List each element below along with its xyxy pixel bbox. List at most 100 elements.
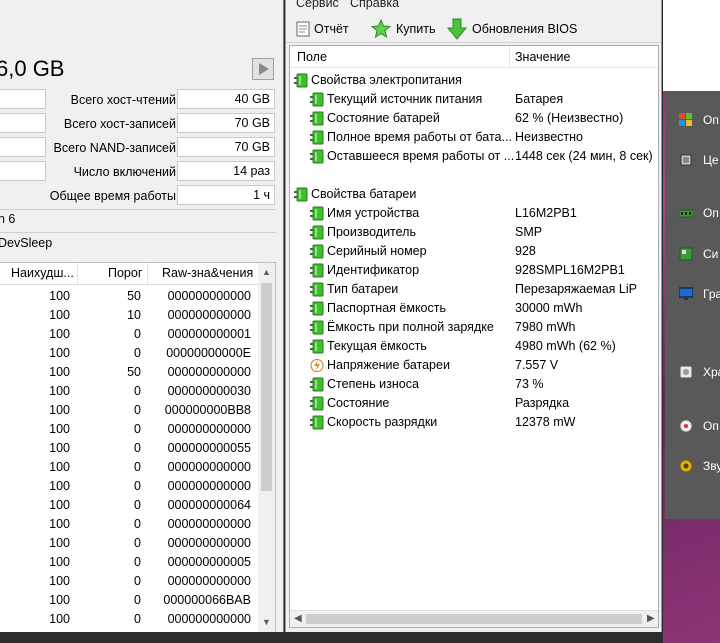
buy-label: Купить [396, 22, 436, 36]
property-value: SMP [515, 225, 543, 239]
property-row[interactable]: Оставшееся время работы от ... 1448 сек (… [290, 147, 658, 166]
threshold-cell: 50 [127, 365, 141, 379]
smart-table-row[interactable]: 100 10 000000000000 [0, 306, 259, 325]
smart-table-row[interactable]: 100 50 000000000000 [0, 287, 259, 306]
property-value: 1448 сек (24 мин, 8 сек) [515, 149, 653, 163]
property-name: Ёмкость при полной зарядке [327, 320, 494, 334]
category-item[interactable]: Гра [677, 285, 720, 305]
property-row[interactable]: Напряжение батареи 7.557 V [290, 356, 658, 375]
property-row[interactable]: Производитель SMP [290, 223, 658, 242]
scroll-up-arrow-icon[interactable]: ▲ [262, 267, 271, 277]
buy-button[interactable]: Купить [370, 18, 436, 40]
field-column-header[interactable]: Поле [297, 50, 327, 64]
threshold-cell: 0 [134, 403, 141, 417]
property-row[interactable]: Тип батареи Перезаряжаемая LiP [290, 280, 658, 299]
properties-table[interactable]: Поле Значение Свойства электропитания Тек… [289, 45, 659, 628]
monitor-icon [678, 287, 694, 301]
smart-table[interactable]: Наихудш... Порог Raw-зна&чения 100 50 0000… [0, 262, 276, 634]
category-item[interactable]: Хра [677, 363, 720, 383]
group-title: Свойства электропитания [311, 73, 462, 87]
play-button[interactable] [252, 58, 274, 80]
property-row[interactable]: Состояние батарей 62 % (Неизвестно) [290, 109, 658, 128]
property-row[interactable]: Идентификатор 928SMPL16M2PB1 [290, 261, 658, 280]
smart-table-row[interactable]: 100 0 000000000000 [0, 572, 259, 591]
property-value: 12378 mW [515, 415, 576, 429]
raw-cell: 000000000055 [167, 441, 251, 455]
report-button[interactable]: Отчёт [296, 18, 349, 40]
voltage-icon [310, 358, 324, 373]
category-item[interactable]: Оп [677, 111, 720, 131]
battery-icon [310, 377, 324, 392]
raw-cell: 000000000001 [167, 327, 251, 341]
property-row[interactable]: Имя устройства L16M2PB1 [290, 204, 658, 223]
property-row[interactable]: Полное время работы от бата... Неизвестно [290, 128, 658, 147]
category-label: Зву [703, 459, 720, 473]
smart-table-row[interactable]: 100 0 000000000001 [0, 325, 259, 344]
category-item[interactable]: Си [677, 245, 720, 265]
threshold-column-header[interactable]: Порог [108, 266, 142, 280]
smart-table-row[interactable]: 100 0 000000000000 [0, 515, 259, 534]
battery-icon [310, 282, 324, 297]
property-row[interactable]: Ёмкость при полной зарядке 7980 mWh [290, 318, 658, 337]
group-header-row[interactable]: Свойства батареи [290, 185, 658, 204]
smart-scrollbar[interactable]: ▲ ▼ [258, 263, 275, 633]
report-icon [296, 21, 310, 37]
smart-table-row[interactable]: 100 0 000000000064 [0, 496, 259, 515]
worst-cell: 100 [49, 536, 70, 550]
scroll-left-arrow-icon[interactable]: ◀ [294, 613, 302, 624]
menu-help[interactable]: Справка [350, 0, 399, 10]
category-item[interactable]: Оп [677, 204, 720, 224]
board-icon [679, 247, 693, 261]
group-header-row[interactable]: Свойства электропитания [290, 71, 658, 90]
scroll-right-arrow-icon[interactable]: ▶ [647, 613, 655, 624]
smart-table-row[interactable]: 100 0 000000000000 [0, 420, 259, 439]
smart-table-row[interactable]: 100 0 000000000000 [0, 610, 259, 629]
smart-table-row[interactable]: 100 0 000000000005 [0, 553, 259, 572]
property-row[interactable]: Паспортная ёмкость 30000 mWh [290, 299, 658, 318]
smart-table-row[interactable]: 100 0 000000000000 [0, 458, 259, 477]
smart-table-row[interactable]: 100 0 000000066BAB [0, 591, 259, 610]
property-name: Полное время работы от бата... [327, 130, 512, 144]
menu-service[interactable]: Сервис [296, 0, 339, 10]
battery-icon [310, 111, 324, 126]
value-column-header[interactable]: Значение [515, 50, 570, 64]
threshold-cell: 0 [134, 574, 141, 588]
horizontal-scroll-thumb[interactable] [306, 614, 642, 624]
stat-label: Всего хост-чтений [70, 93, 176, 107]
raw-column-header[interactable]: Raw-зна&чения [162, 266, 253, 280]
battery-icon [310, 130, 324, 145]
category-item[interactable]: Це [677, 151, 720, 171]
smart-table-row[interactable]: 100 0 00000000000E [0, 344, 259, 363]
category-item[interactable]: Оп [677, 417, 720, 437]
smart-table-row[interactable]: 100 50 000000000000 [0, 363, 259, 382]
scroll-down-arrow-icon[interactable]: ▼ [262, 617, 271, 627]
property-row[interactable]: Скорость разрядки 12378 mW [290, 413, 658, 432]
property-row[interactable]: Состояние Разрядка [290, 394, 658, 413]
horizontal-scrollbar[interactable]: ◀ ▶ [290, 610, 658, 627]
toolbar: Отчёт Купить Обновления BIOS [286, 12, 661, 43]
speaker-icon [679, 459, 693, 473]
category-label: Це [703, 153, 719, 167]
stat-label: Число включений [73, 165, 176, 179]
category-item[interactable]: Зву [677, 457, 720, 477]
scroll-thumb[interactable] [261, 283, 272, 491]
worst-column-header[interactable]: Наихудш... [11, 266, 74, 280]
smart-table-row[interactable]: 100 0 000000000055 [0, 439, 259, 458]
property-row[interactable]: Степень износа 73 % [290, 375, 658, 394]
battery-icon [310, 396, 324, 411]
property-name: Напряжение батареи [327, 358, 450, 372]
property-value: Разрядка [515, 396, 570, 410]
smart-table-row[interactable]: 100 0 000000000000 [0, 477, 259, 496]
group-title: Свойства батареи [311, 187, 417, 201]
property-value: 928SMPL16M2PB1 [515, 263, 625, 277]
property-row[interactable]: Серийный номер 928 [290, 242, 658, 261]
property-row[interactable]: Текущий источник питания Батарея [290, 90, 658, 109]
windows-icon [679, 113, 693, 127]
smart-table-row[interactable]: 100 0 000000000BB8 [0, 401, 259, 420]
bios-update-button[interactable]: Обновления BIOS [446, 18, 577, 40]
smart-table-row[interactable]: 100 0 000000000000 [0, 534, 259, 553]
property-row[interactable]: Текущая ёмкость 4980 mWh (62 %) [290, 337, 658, 356]
properties-header: Поле Значение [290, 46, 658, 68]
smart-table-row[interactable]: 100 0 000000000030 [0, 382, 259, 401]
raw-cell: 000000000000 [167, 289, 251, 303]
